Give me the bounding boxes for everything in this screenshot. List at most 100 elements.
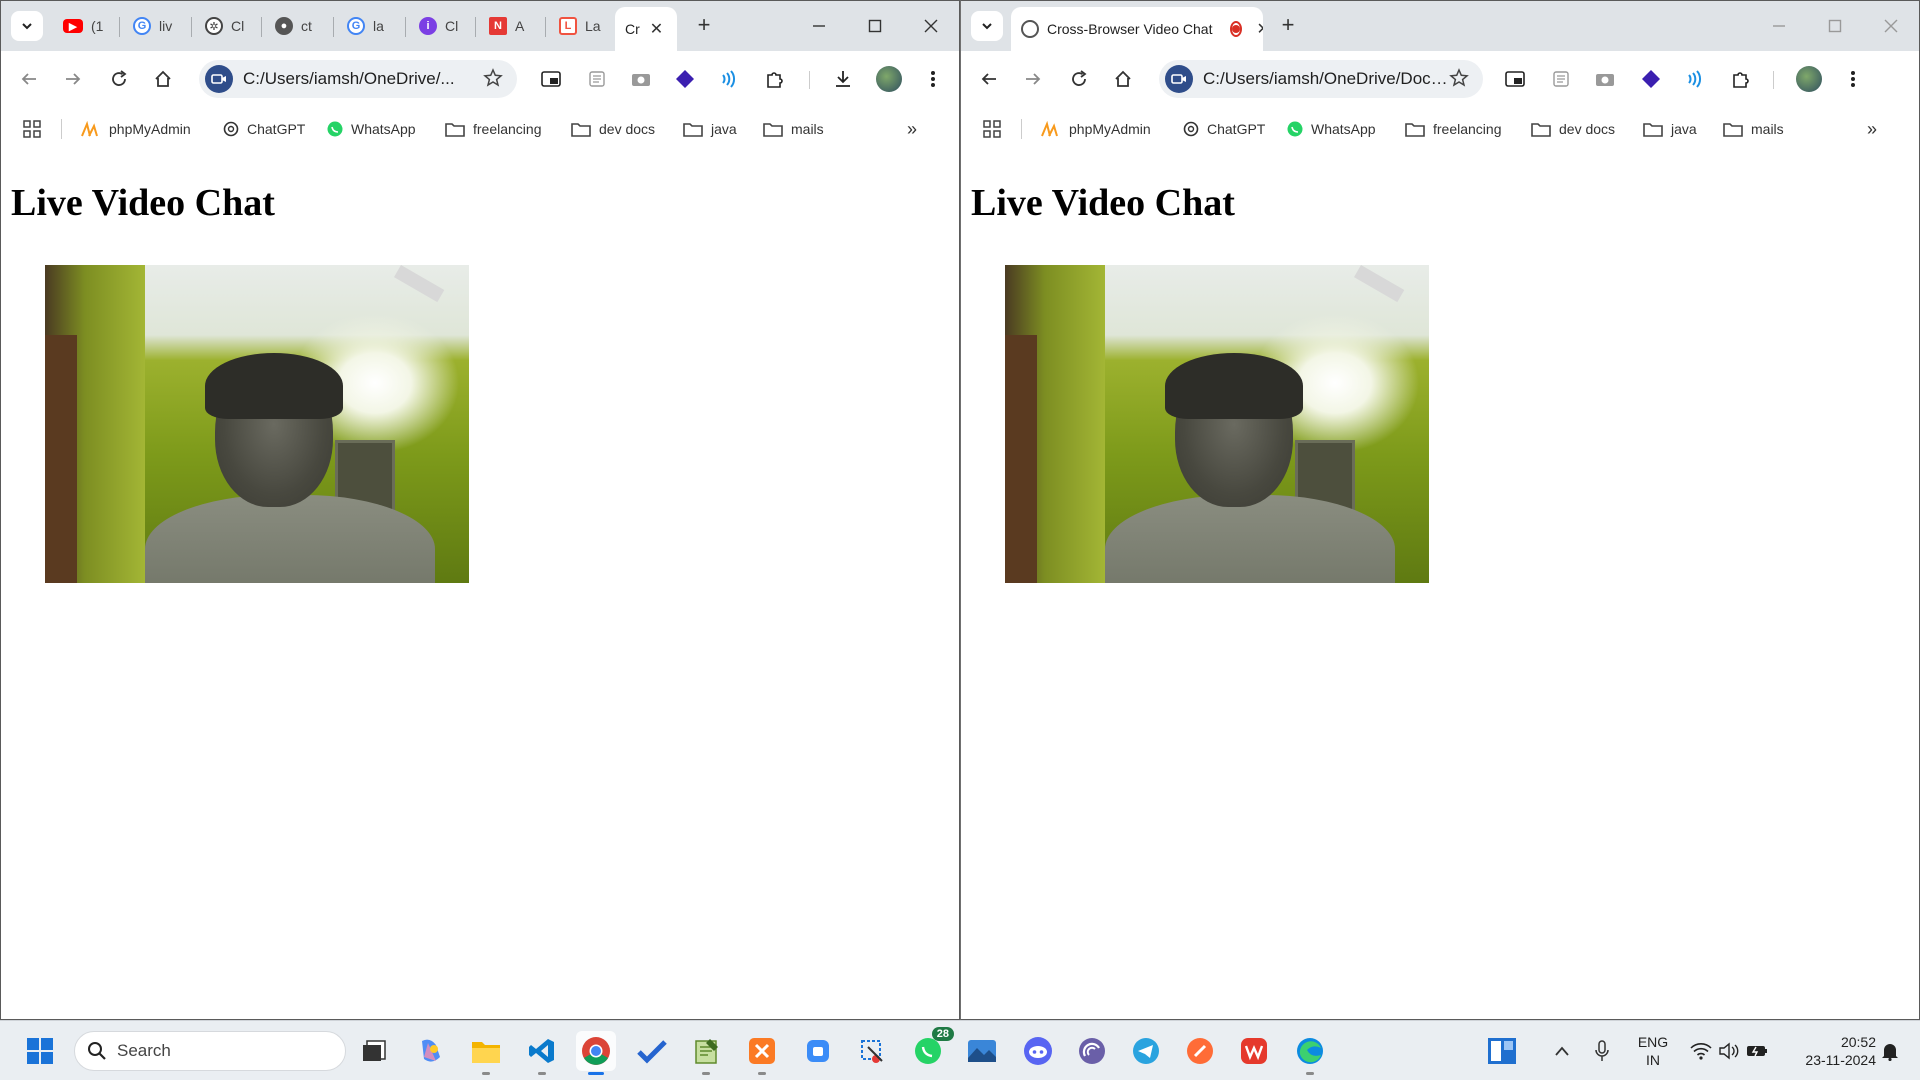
bookmark-folder-java[interactable]: java [1643,117,1697,141]
screenshot-button[interactable] [1589,63,1621,95]
telegram-button[interactable] [1126,1031,1166,1071]
downloads-button[interactable] [827,63,859,95]
snipping-tool-button[interactable] [852,1031,892,1071]
bookmark-folder-mails[interactable]: mails [763,117,824,141]
file-explorer-button[interactable] [466,1031,506,1075]
minimize-button[interactable] [1759,9,1799,43]
back-button[interactable] [13,63,45,95]
more-bookmarks-button[interactable]: » [907,117,917,141]
back-button[interactable] [973,63,1005,95]
wps-office-button[interactable] [1234,1031,1274,1071]
bookmark-chatgpt[interactable]: ChatGPT [1183,117,1265,141]
task-view-button[interactable] [354,1031,394,1071]
xampp-button[interactable] [742,1031,782,1075]
menu-button[interactable] [1837,63,1869,95]
reader-mode-button[interactable] [581,63,613,95]
show-hidden-icons-button[interactable] [1542,1031,1582,1071]
close-window-button[interactable] [1871,9,1911,43]
bookmark-whatsapp[interactable]: WhatsApp [327,117,416,141]
language-indicator[interactable]: ENG IN [1630,1033,1676,1069]
forward-button[interactable] [57,63,89,95]
bookmark-folder-freelancing[interactable]: freelancing [1405,117,1502,141]
discord-button[interactable] [1018,1031,1058,1071]
extension-blue-button[interactable] [1679,63,1711,95]
bookmark-folder-dev-docs[interactable]: dev docs [1531,117,1615,141]
extension-purple-button[interactable] [669,63,701,95]
copilot-button[interactable] [410,1031,450,1071]
tab-chatgpt[interactable]: ✲ Cl [195,9,255,43]
forward-button[interactable] [1017,63,1049,95]
extensions-button[interactable] [759,63,791,95]
reader-mode-button[interactable] [1545,63,1577,95]
minimize-button[interactable] [799,9,839,43]
tab-search-button[interactable] [971,11,1003,41]
extensions-button[interactable] [1725,63,1757,95]
clock[interactable]: 20:52 23-11-2024 [1780,1033,1876,1069]
tab-active[interactable]: Cr ✕ [615,7,677,51]
home-button[interactable] [1107,63,1139,95]
tab-laravel[interactable]: L La [549,9,611,43]
remote-video[interactable] [1005,265,1429,583]
menu-button[interactable] [917,63,949,95]
extension-purple-button[interactable] [1635,63,1667,95]
tab-search-button[interactable] [11,11,43,41]
bookmark-folder-java[interactable]: java [683,117,737,141]
extension-blue-button[interactable] [713,63,745,95]
photos-button[interactable] [962,1031,1002,1071]
new-tab-button[interactable]: + [1273,11,1303,41]
chrome-button[interactable] [576,1031,616,1075]
apps-button[interactable] [983,117,1001,141]
profile-button[interactable] [873,63,905,95]
app-store-button[interactable] [798,1031,838,1071]
bookmark-phpmyadmin[interactable]: phpMyAdmin [81,117,191,141]
tab-app[interactable]: i Cl [409,9,469,43]
apps-button[interactable] [23,117,41,141]
widgets-button[interactable] [1482,1031,1522,1071]
tab-google-la[interactable]: G la [337,9,399,43]
tab-label: Cl [445,18,459,34]
diamond-extension-icon [676,70,694,88]
new-tab-button[interactable]: + [689,11,719,41]
maximize-button[interactable] [1815,9,1855,43]
postman-button[interactable] [1180,1031,1220,1071]
screenshot-button[interactable] [625,63,657,95]
tab-indeed[interactable]: N A [479,9,539,43]
notepad-button[interactable] [686,1031,726,1075]
edge-button[interactable] [1290,1031,1330,1075]
bookmark-whatsapp[interactable]: WhatsApp [1287,117,1376,141]
address-bar[interactable]: C:/Users/iamsh/OneDrive/... [199,60,517,98]
bookmark-folder-dev-docs[interactable]: dev docs [571,117,655,141]
maximize-button[interactable] [855,9,895,43]
close-window-button[interactable] [911,9,951,43]
bookmark-folder-freelancing[interactable]: freelancing [445,117,542,141]
todo-button[interactable] [632,1031,672,1071]
tab-google-live[interactable]: G liv [123,9,185,43]
home-button[interactable] [147,63,179,95]
local-video[interactable] [45,265,469,583]
more-bookmarks-button[interactable]: » [1867,117,1877,141]
picture-in-picture-button[interactable] [535,63,567,95]
taskbar-search[interactable]: Search [74,1031,346,1071]
bookmark-chatgpt[interactable]: ChatGPT [223,117,305,141]
reload-button[interactable] [103,63,135,95]
bookmark-star-icon[interactable] [483,68,503,93]
whatsapp-button[interactable]: 28 [908,1027,954,1071]
address-bar[interactable]: C:/Users/iamsh/OneDrive/Docu... [1159,60,1483,98]
tab-active[interactable]: Cross-Browser Video Chat ✕ [1011,7,1263,51]
microphone-button[interactable] [1582,1031,1622,1071]
app-swirl-button[interactable] [1072,1031,1112,1071]
close-tab-icon[interactable]: ✕ [1256,19,1263,39]
profile-button[interactable] [1793,63,1825,95]
bookmark-star-icon[interactable] [1449,68,1469,93]
reload-button[interactable] [1063,63,1095,95]
picture-in-picture-button[interactable] [1499,63,1531,95]
start-button[interactable] [20,1031,60,1071]
bookmark-folder-mails[interactable]: mails [1723,117,1784,141]
close-tab-icon[interactable]: ✕ [650,19,663,39]
vscode-button[interactable] [522,1031,562,1075]
notifications-button[interactable] [1870,1031,1910,1071]
bookmark-phpmyadmin[interactable]: phpMyAdmin [1041,117,1151,141]
tab-youtube[interactable]: ▶ (1 [53,9,109,43]
tab-github[interactable]: ● ct [265,9,327,43]
quick-settings-button[interactable] [1684,1031,1774,1071]
